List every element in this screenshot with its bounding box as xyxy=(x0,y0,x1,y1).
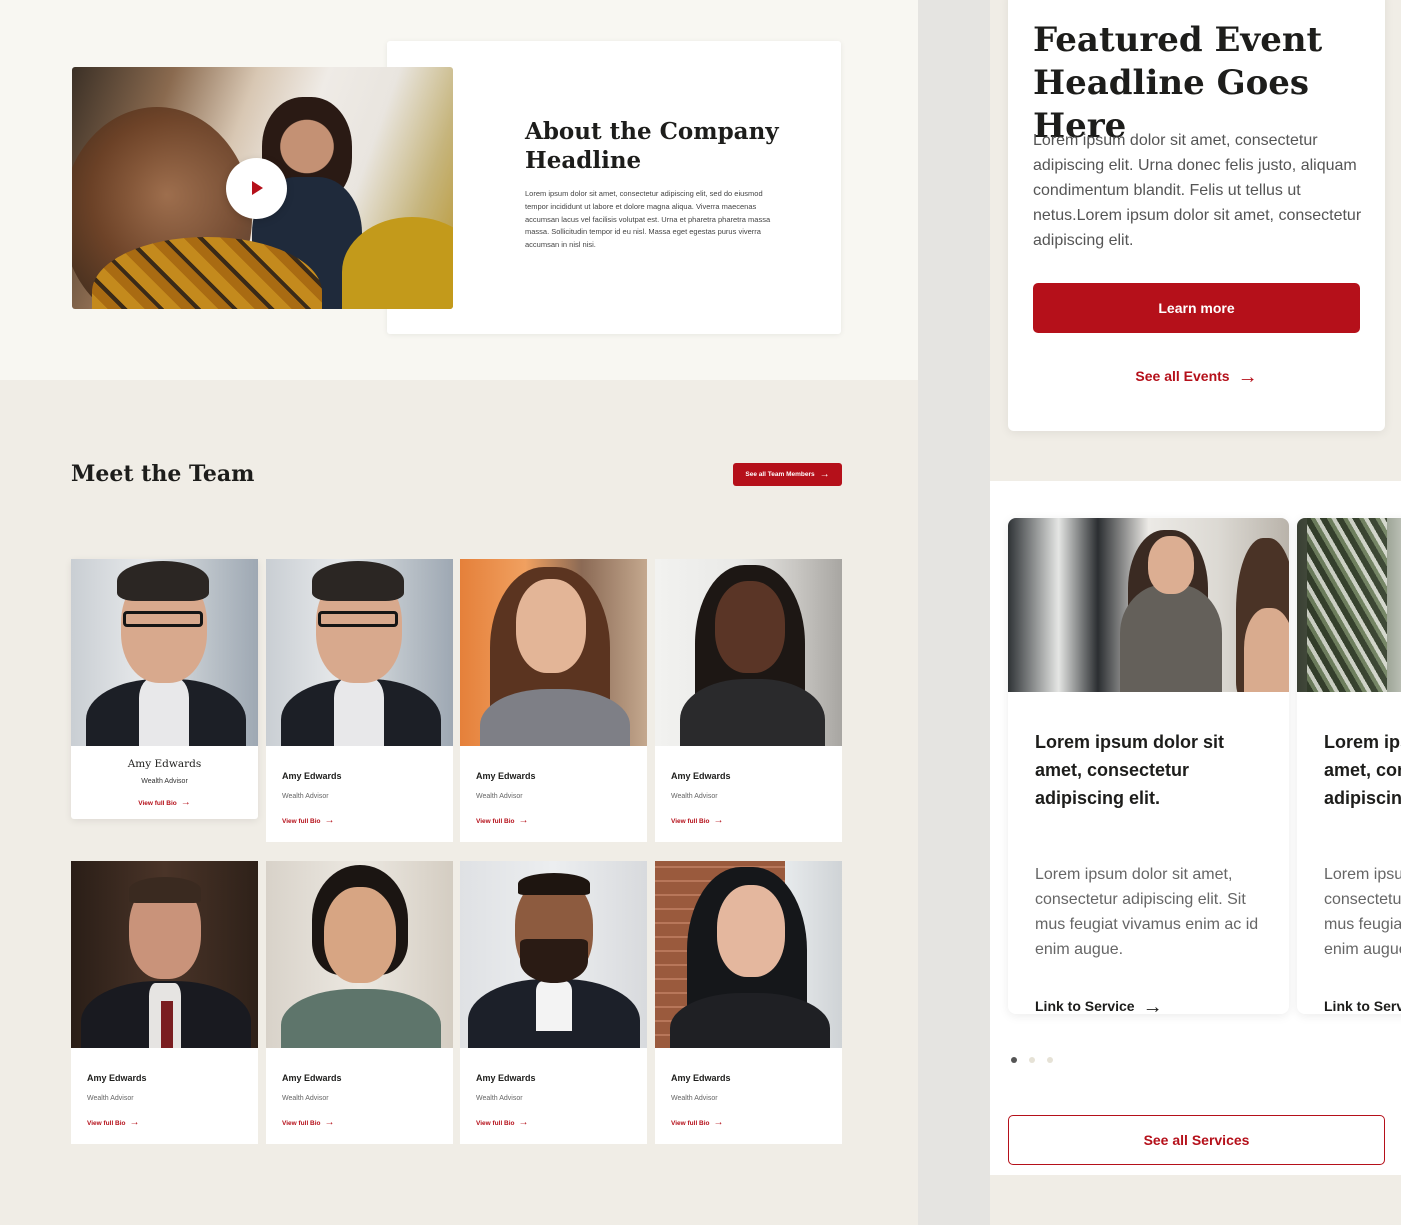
about-text: Lorem ipsum dolor sit amet, consectetur … xyxy=(525,189,771,250)
arrow-right-icon: → xyxy=(1237,366,1258,388)
arrow-right-icon: → xyxy=(1142,996,1163,1014)
team-card[interactable]: Amy Edwards Wealth Advisor View full Bio… xyxy=(655,559,842,842)
team-photo xyxy=(266,559,453,746)
carousel-dot-1[interactable] xyxy=(1011,1057,1017,1063)
team-card[interactable]: Amy Edwards Wealth Advisor View full Bio… xyxy=(266,559,453,842)
view-bio-link[interactable]: View full Bio → xyxy=(87,1117,140,1128)
member-role: Wealth Advisor xyxy=(671,793,718,800)
team-photo xyxy=(460,559,647,746)
services-section: Lorem ipsum dolor sit amet, consectetur … xyxy=(990,481,1401,1175)
play-button[interactable] xyxy=(226,158,287,219)
see-all-events-link[interactable]: See all Events → xyxy=(1033,366,1360,389)
view-bio-link[interactable]: View full Bio → xyxy=(71,797,258,808)
view-bio-link[interactable]: View full Bio → xyxy=(476,1117,529,1128)
team-card[interactable]: Amy Edwards Wealth Advisor View full Bio… xyxy=(266,861,453,1144)
team-title: Meet the Team xyxy=(71,461,255,487)
team-card[interactable]: Amy Edwards Wealth Advisor View full Bio… xyxy=(460,861,647,1144)
carousel-dot-2[interactable] xyxy=(1029,1057,1035,1063)
arrow-right-icon: → xyxy=(713,815,724,826)
member-role: Wealth Advisor xyxy=(671,1095,718,1102)
member-name: Amy Edwards xyxy=(476,771,536,781)
service-card[interactable]: Lorem ipsum dolor sit amet, consectetur … xyxy=(1297,518,1401,1014)
service-photo xyxy=(1297,518,1401,692)
view-bio-label: View full Bio xyxy=(671,818,710,825)
member-role: Wealth Advisor xyxy=(282,793,329,800)
member-name: Amy Edwards xyxy=(87,1073,147,1083)
arrow-right-icon: → xyxy=(129,1117,140,1128)
team-photo xyxy=(655,559,842,746)
service-link-label: Link to Service xyxy=(1324,998,1401,1014)
service-link[interactable]: Link to Service→ xyxy=(1324,996,1401,1014)
team-photo xyxy=(71,559,258,746)
member-role: Wealth Advisor xyxy=(141,778,188,785)
team-photo xyxy=(266,861,453,1048)
arrow-right-icon: → xyxy=(819,469,830,480)
about-section: About the Company Headline Lorem ipsum d… xyxy=(0,0,918,380)
team-card[interactable]: Amy Edwards Wealth Advisor View full Bio… xyxy=(655,861,842,1144)
team-photo xyxy=(460,861,647,1048)
arrow-right-icon: → xyxy=(518,1117,529,1128)
member-role: Wealth Advisor xyxy=(87,1095,134,1102)
service-link[interactable]: Link to Service → xyxy=(1035,996,1163,1014)
team-photo xyxy=(655,861,842,1048)
view-bio-label: View full Bio xyxy=(476,818,515,825)
member-name: Amy Edwards xyxy=(476,1073,536,1083)
view-bio-label: View full Bio xyxy=(476,1120,515,1127)
arrow-right-icon: → xyxy=(180,797,191,808)
service-text: Lorem ipsum dolor sit amet, consectetur … xyxy=(1035,866,1259,958)
member-role: Wealth Advisor xyxy=(476,1095,523,1102)
member-name: Amy Edwards xyxy=(671,771,731,781)
view-bio-link[interactable]: View full Bio → xyxy=(671,815,724,826)
view-bio-label: View full Bio xyxy=(282,1120,321,1127)
service-title: Lorem ipsum dolor sit amet, consectetur … xyxy=(1035,732,1225,808)
see-all-events-label: See all Events xyxy=(1135,368,1230,384)
arrow-right-icon: → xyxy=(324,815,335,826)
view-bio-label: View full Bio xyxy=(282,818,321,825)
event-text: Lorem ipsum dolor sit amet, consectetur … xyxy=(1033,132,1362,249)
see-all-team-label: See all Team Members xyxy=(745,471,815,478)
arrow-right-icon: → xyxy=(713,1117,724,1128)
carousel-dot-3[interactable] xyxy=(1047,1057,1053,1063)
service-photo xyxy=(1008,518,1289,692)
team-photo xyxy=(71,861,258,1048)
team-card[interactable]: Amy Edwards Wealth Advisor View full Bio… xyxy=(460,559,647,842)
play-icon xyxy=(252,181,263,195)
see-all-team-button[interactable]: See all Team Members → xyxy=(733,463,842,486)
service-card[interactable]: Lorem ipsum dolor sit amet, consectetur … xyxy=(1008,518,1289,1014)
view-bio-link[interactable]: View full Bio → xyxy=(282,1117,335,1128)
left-panel: About the Company Headline Lorem ipsum d… xyxy=(0,0,918,1225)
service-link-label: Link to Service xyxy=(1035,998,1135,1014)
view-bio-link[interactable]: View full Bio → xyxy=(282,815,335,826)
about-title: About the Company Headline xyxy=(525,118,779,174)
arrow-right-icon: → xyxy=(518,815,529,826)
member-role: Wealth Advisor xyxy=(282,1095,329,1102)
member-name: Amy Edwards xyxy=(127,758,202,770)
view-bio-link[interactable]: View full Bio → xyxy=(671,1117,724,1128)
team-card[interactable]: Amy Edwards Wealth Advisor View full Bio… xyxy=(71,559,258,819)
view-bio-label: View full Bio xyxy=(138,800,177,807)
view-bio-label: View full Bio xyxy=(671,1120,710,1127)
view-bio-link[interactable]: View full Bio → xyxy=(476,815,529,826)
learn-more-button[interactable]: Learn more xyxy=(1033,283,1360,333)
arrow-right-icon: → xyxy=(324,1117,335,1128)
team-card[interactable]: Amy Edwards Wealth Advisor View full Bio… xyxy=(71,861,258,1144)
about-video[interactable] xyxy=(72,67,453,309)
see-all-services-button[interactable]: See all Services xyxy=(1008,1115,1385,1165)
member-role: Wealth Advisor xyxy=(476,793,523,800)
member-name: Amy Edwards xyxy=(282,1073,342,1083)
member-name: Amy Edwards xyxy=(282,771,342,781)
service-text: Lorem ipsum dolor sit amet, consectetur … xyxy=(1324,866,1401,958)
view-bio-label: View full Bio xyxy=(87,1120,126,1127)
service-title: Lorem ipsum dolor sit amet, consectetur … xyxy=(1324,732,1401,808)
member-name: Amy Edwards xyxy=(671,1073,731,1083)
